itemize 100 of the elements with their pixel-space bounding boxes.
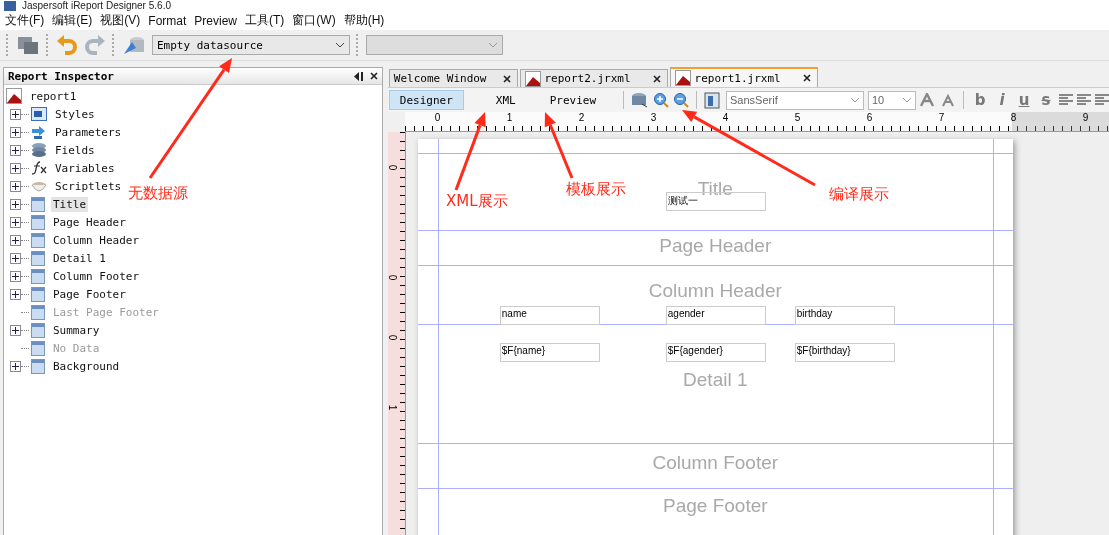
style-button[interactable]: s: [1037, 91, 1055, 109]
tree-item[interactable]: Fields: [53, 142, 97, 158]
close-icon[interactable]: [502, 74, 511, 83]
view-tab[interactable]: Preview: [539, 90, 606, 110]
ruler-number: 5: [794, 112, 801, 123]
expand-icon[interactable]: [10, 216, 21, 228]
tree-item[interactable]: Background: [51, 358, 122, 374]
style-button[interactable]: b: [971, 91, 989, 109]
text-field[interactable]: $F{name}: [499, 343, 600, 362]
expand-icon[interactable]: [10, 144, 21, 156]
tree-item[interactable]: Summary: [51, 322, 102, 338]
band-label: Column Footer: [652, 452, 779, 474]
database-icon[interactable]: [631, 92, 649, 108]
close-icon[interactable]: [802, 74, 811, 82]
expand-icon[interactable]: [10, 234, 21, 246]
expand-icon[interactable]: [10, 198, 21, 210]
align-icon[interactable]: [1095, 94, 1109, 106]
band-icon: [31, 214, 45, 230]
menu-item[interactable]: Preview: [191, 13, 243, 28]
expand-icon[interactable]: [10, 126, 21, 138]
font-shrink-icon[interactable]: [940, 93, 956, 107]
band-label: Page Footer: [663, 495, 768, 517]
tree-item[interactable]: Page Header: [51, 214, 128, 230]
tree-item[interactable]: report1: [28, 88, 79, 104]
expand-icon[interactable]: [10, 360, 21, 372]
menu-item[interactable]: 窗口(W): [289, 12, 341, 29]
view-tab[interactable]: XML: [485, 90, 526, 110]
annotation-label: 编译展示: [829, 185, 889, 204]
tree-item[interactable]: Title: [51, 196, 89, 212]
annotation-arrow: [544, 112, 574, 179]
annotation-label: 无数据源: [128, 184, 188, 203]
style-button[interactable]: i: [993, 91, 1011, 109]
ruler-number: 0: [434, 112, 441, 123]
parameters-icon: [31, 124, 47, 140]
ruler-number: 9: [1082, 112, 1089, 123]
close-icon[interactable]: [652, 74, 661, 83]
ruler-number: 4: [722, 112, 729, 123]
zoom-in-icon[interactable]: [653, 92, 669, 108]
text-field[interactable]: $F{agender}: [665, 343, 766, 362]
datasource-icon[interactable]: [122, 34, 146, 56]
expand-icon[interactable]: [10, 108, 21, 120]
font-size-dropdown[interactable]: 10: [868, 90, 916, 110]
tree-item[interactable]: Detail 1: [51, 250, 108, 266]
database-icon: [31, 142, 47, 158]
style-button[interactable]: u: [1015, 91, 1033, 109]
view-tab[interactable]: Designer: [388, 90, 464, 110]
minimize-icon[interactable]: [353, 71, 364, 81]
ruler-number: 1: [506, 112, 513, 123]
font-family-dropdown[interactable]: SansSerif: [726, 90, 864, 110]
menu-item[interactable]: Format: [145, 13, 192, 28]
menu-item[interactable]: 工具(T): [242, 12, 290, 29]
menu-item[interactable]: 帮助(H): [340, 12, 390, 29]
save-icon[interactable]: [16, 34, 40, 56]
tree-item[interactable]: Variables: [53, 160, 117, 176]
document-tab[interactable]: report1.jrxml: [669, 67, 818, 87]
datasource-dropdown[interactable]: Empty datasource: [152, 35, 350, 55]
document-tab[interactable]: Welcome Window: [388, 69, 518, 87]
window-title: Jaspersoft iReport Designer 5.6.0: [22, 0, 171, 11]
report-icon: [6, 88, 22, 104]
expand-icon[interactable]: [10, 180, 21, 192]
align-icon[interactable]: [1077, 94, 1091, 106]
ruler-number: 6: [866, 112, 873, 123]
menu-item[interactable]: 视图(V): [97, 12, 146, 29]
expand-icon[interactable]: [10, 162, 21, 174]
ruler-number: 1: [387, 404, 399, 411]
font-grow-icon[interactable]: [920, 93, 936, 107]
tree-item[interactable]: Page Footer: [51, 286, 128, 302]
menu-item[interactable]: 编辑(E): [49, 12, 98, 29]
app-icon: [4, 1, 16, 11]
zoom-out-icon[interactable]: [673, 92, 689, 108]
ruler-number: 3: [650, 112, 657, 123]
tree-item[interactable]: Styles: [53, 106, 97, 122]
band-icon: [31, 232, 45, 248]
text-field[interactable]: birthday: [794, 306, 895, 325]
band-icon: [31, 340, 45, 356]
tree-item[interactable]: Scriptlets: [53, 178, 124, 194]
ruler-number: 8: [1010, 112, 1017, 123]
text-field[interactable]: $F{birthday}: [794, 343, 895, 362]
align-icon[interactable]: [1059, 94, 1073, 106]
chevron-icon: [335, 42, 345, 48]
tree-item[interactable]: Column Footer: [51, 268, 142, 284]
styles-icon: [31, 107, 47, 121]
tree-item[interactable]: Parameters: [53, 124, 124, 140]
compile-icon[interactable]: [704, 91, 722, 109]
expand-icon[interactable]: [10, 252, 21, 264]
expand-icon[interactable]: [10, 324, 21, 336]
tree-item[interactable]: Column Header: [51, 232, 142, 248]
band-label: Detail 1: [683, 369, 748, 391]
expand-icon[interactable]: [10, 288, 21, 300]
text-field[interactable]: name: [499, 306, 600, 325]
text-field[interactable]: agender: [665, 306, 766, 325]
close-icon[interactable]: [369, 72, 378, 80]
menu-item[interactable]: 文件(F): [2, 12, 50, 29]
expand-icon[interactable]: [10, 270, 21, 282]
chevron-icon: [902, 97, 912, 103]
document-tab[interactable]: report2.jrxml: [519, 69, 668, 87]
band-label: Page Header: [659, 235, 772, 257]
chevron-icon: [488, 42, 498, 48]
ruler-number: 2: [578, 112, 585, 123]
annotation-label: 模板展示: [566, 180, 626, 199]
